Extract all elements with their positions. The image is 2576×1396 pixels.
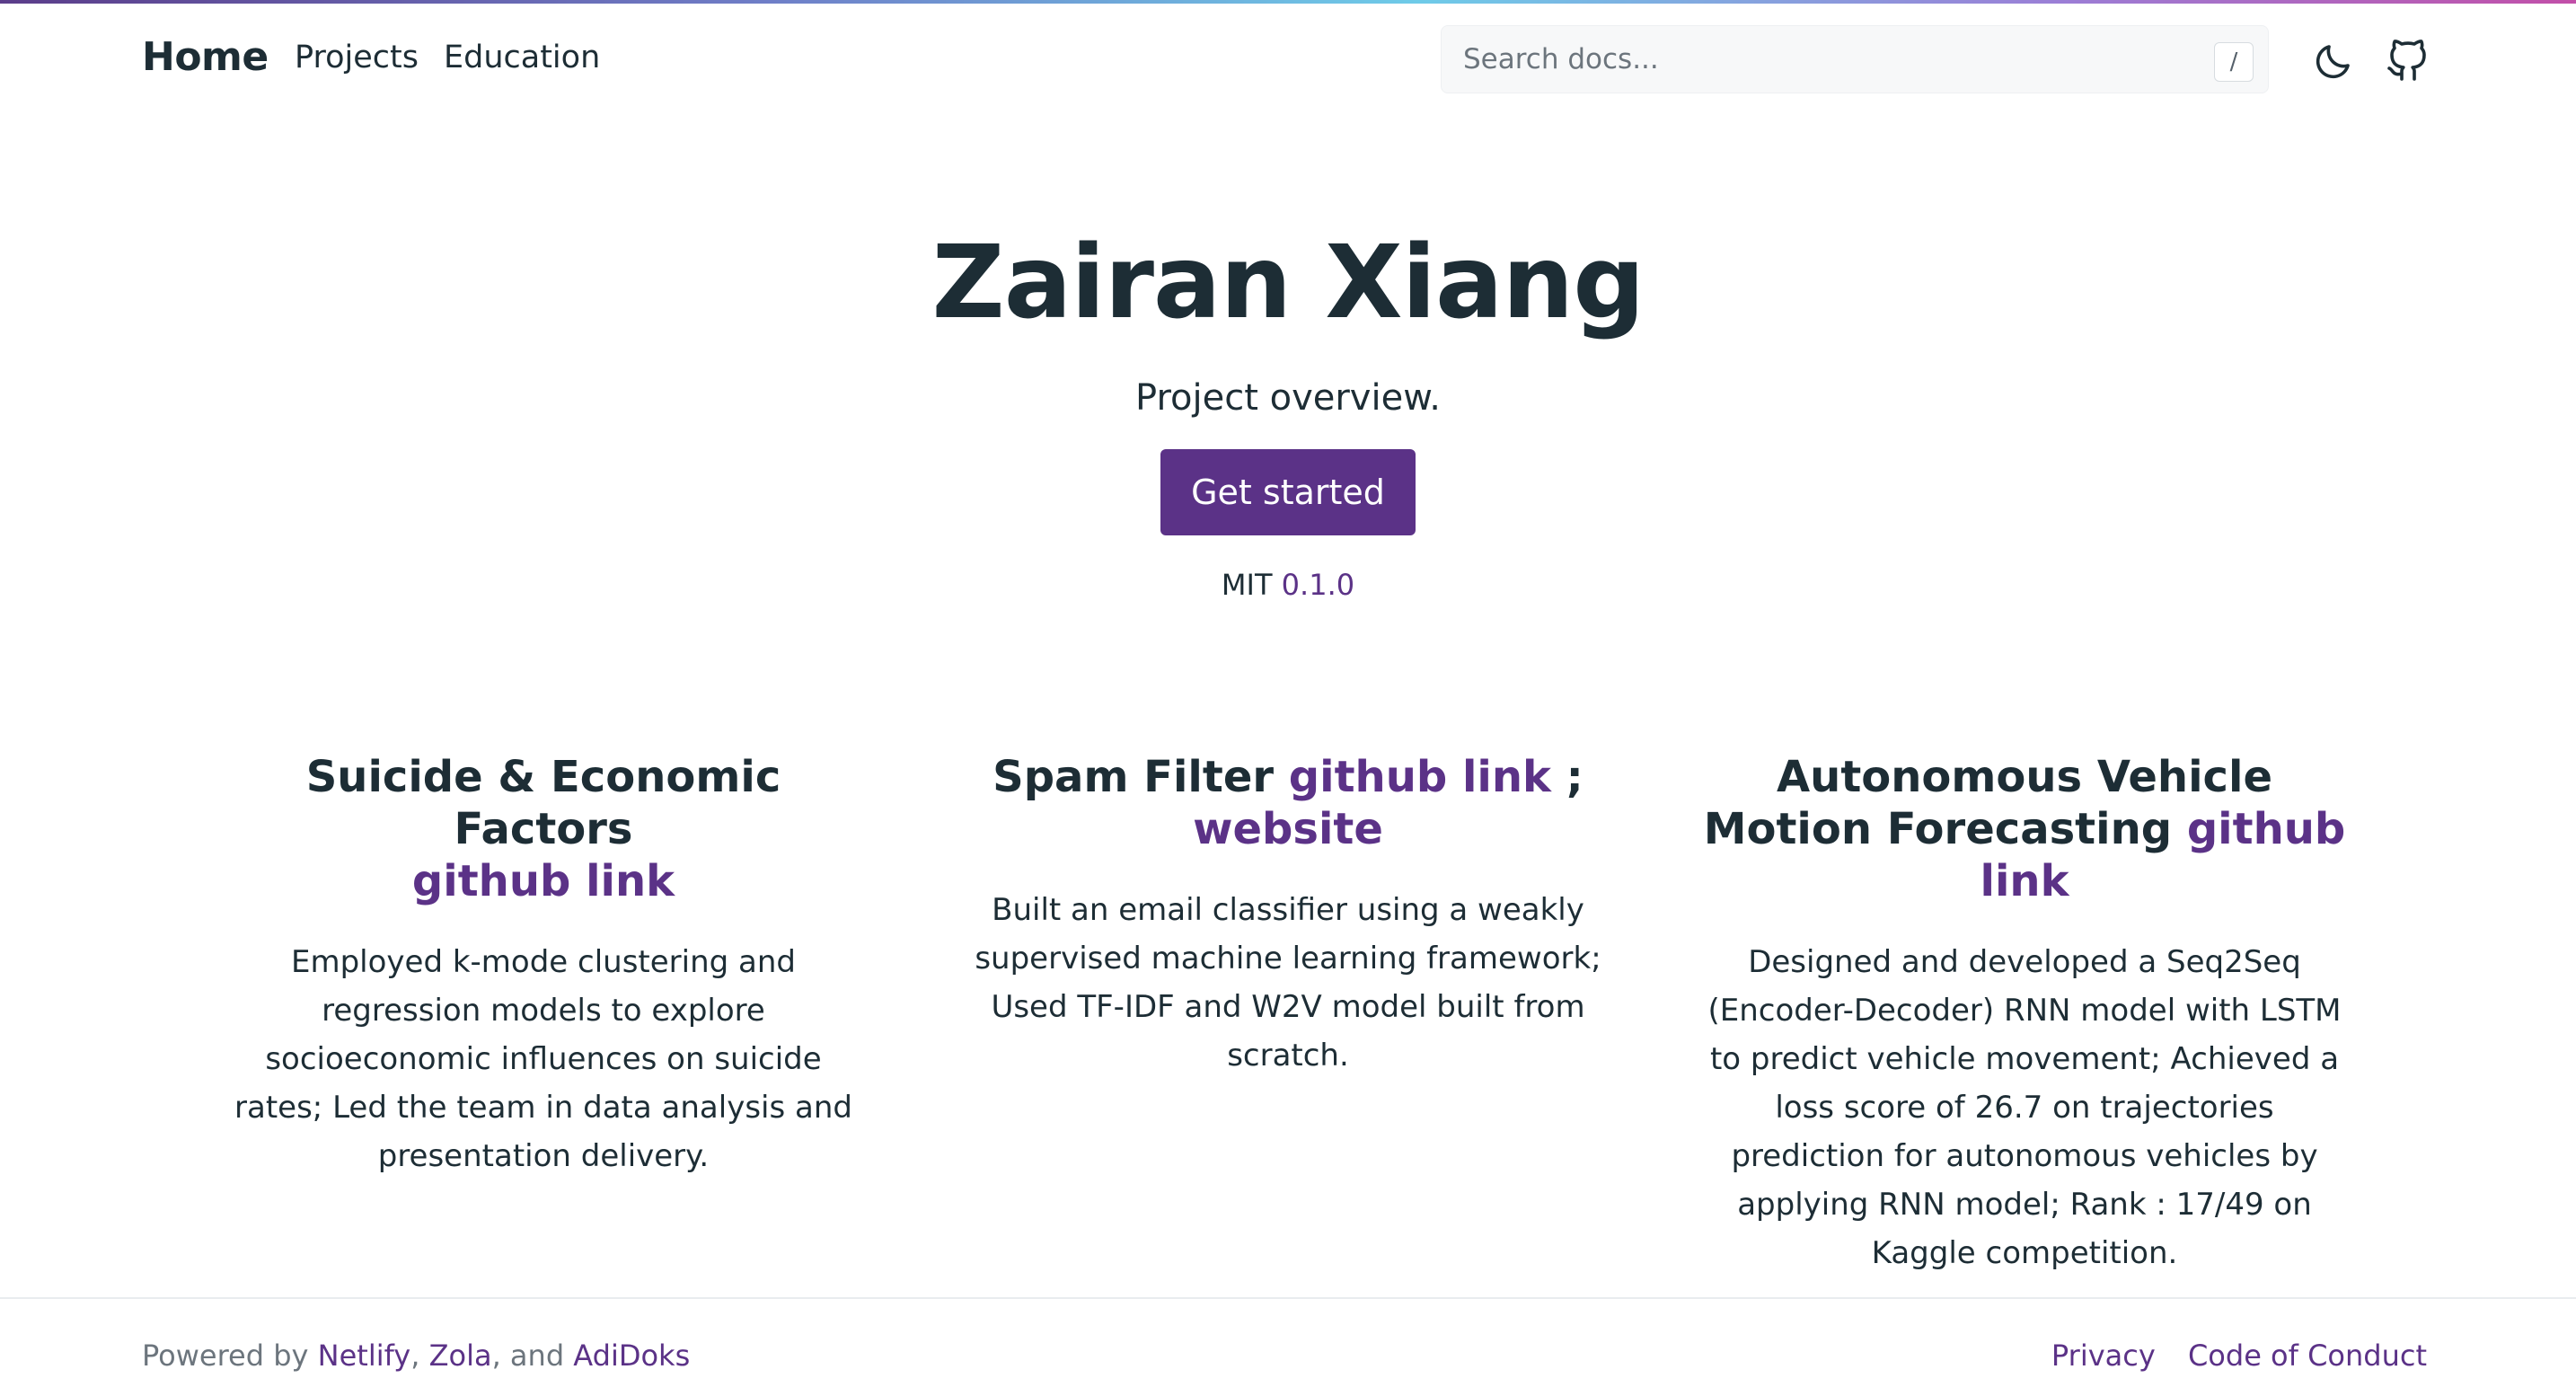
page-title: Zairan Xiang [931,225,1645,341]
feature-separator: ; [1566,752,1584,802]
adidoks-link[interactable]: AdiDoks [573,1339,690,1373]
feature-title-text: Spam Filter [992,752,1275,802]
zola-link[interactable]: Zola [429,1339,492,1373]
footer-links: Privacy Code of Conduct [2028,1339,2427,1373]
version-link[interactable]: 0.1.0 [1282,568,1354,602]
feature-title: Spam Filter github link ; website [956,751,1620,855]
nav-education-link[interactable]: Education [444,40,600,75]
nav-home-link[interactable]: Home [142,34,269,80]
feature-description: Employed k-mode clustering and regressio… [234,944,852,1174]
get-started-button[interactable]: Get started [1160,449,1416,535]
nav-projects-link[interactable]: Projects [295,40,419,75]
moon-icon[interactable] [2312,40,2355,83]
navbar: Home Projects Education / [0,4,2576,111]
comma-text: , [410,1339,420,1373]
powered-by-text: Powered by [142,1339,309,1373]
feature-description: Designed and developed a Seq2Seq (Encode… [1707,944,2342,1271]
github-link[interactable]: github link [412,856,675,906]
feature-card: Suicide & Economic Factors github link E… [211,751,876,1180]
license-label: MIT [1221,568,1273,602]
footer: Powered by Netlify, Zola, and AdiDoks Pr… [0,1297,2576,1396]
website-link[interactable]: website [1193,804,1383,854]
and-text: , and [491,1339,565,1373]
hero-lead: Project overview. [1135,377,1441,419]
feature-card: Autonomous Vehicle Motion Forecasting gi… [1692,751,2357,1277]
feature-title: Autonomous Vehicle Motion Forecasting gi… [1692,751,2357,907]
code-of-conduct-link[interactable]: Code of Conduct [2188,1339,2427,1373]
feature-title: Suicide & Economic Factors github link [211,751,876,907]
hero-section: Zairan Xiang Project overview. Get start… [0,225,2576,602]
search-input[interactable] [1463,26,2200,93]
github-link[interactable]: github link [1289,752,1551,802]
github-icon[interactable] [2386,40,2429,83]
footer-credits: Powered by Netlify, Zola, and AdiDoks [142,1339,690,1373]
search-shortcut-key: / [2214,42,2254,82]
search-box: / [1441,25,2269,93]
feature-description: Built an email classifier using a weakly… [975,892,1601,1074]
license-line: MIT 0.1.0 [0,568,2576,602]
netlify-link[interactable]: Netlify [318,1339,411,1373]
feature-card: Spam Filter github link ; website Built … [956,751,1620,1080]
feature-title-text: Suicide & Economic Factors [305,752,781,854]
privacy-link[interactable]: Privacy [2051,1339,2156,1373]
